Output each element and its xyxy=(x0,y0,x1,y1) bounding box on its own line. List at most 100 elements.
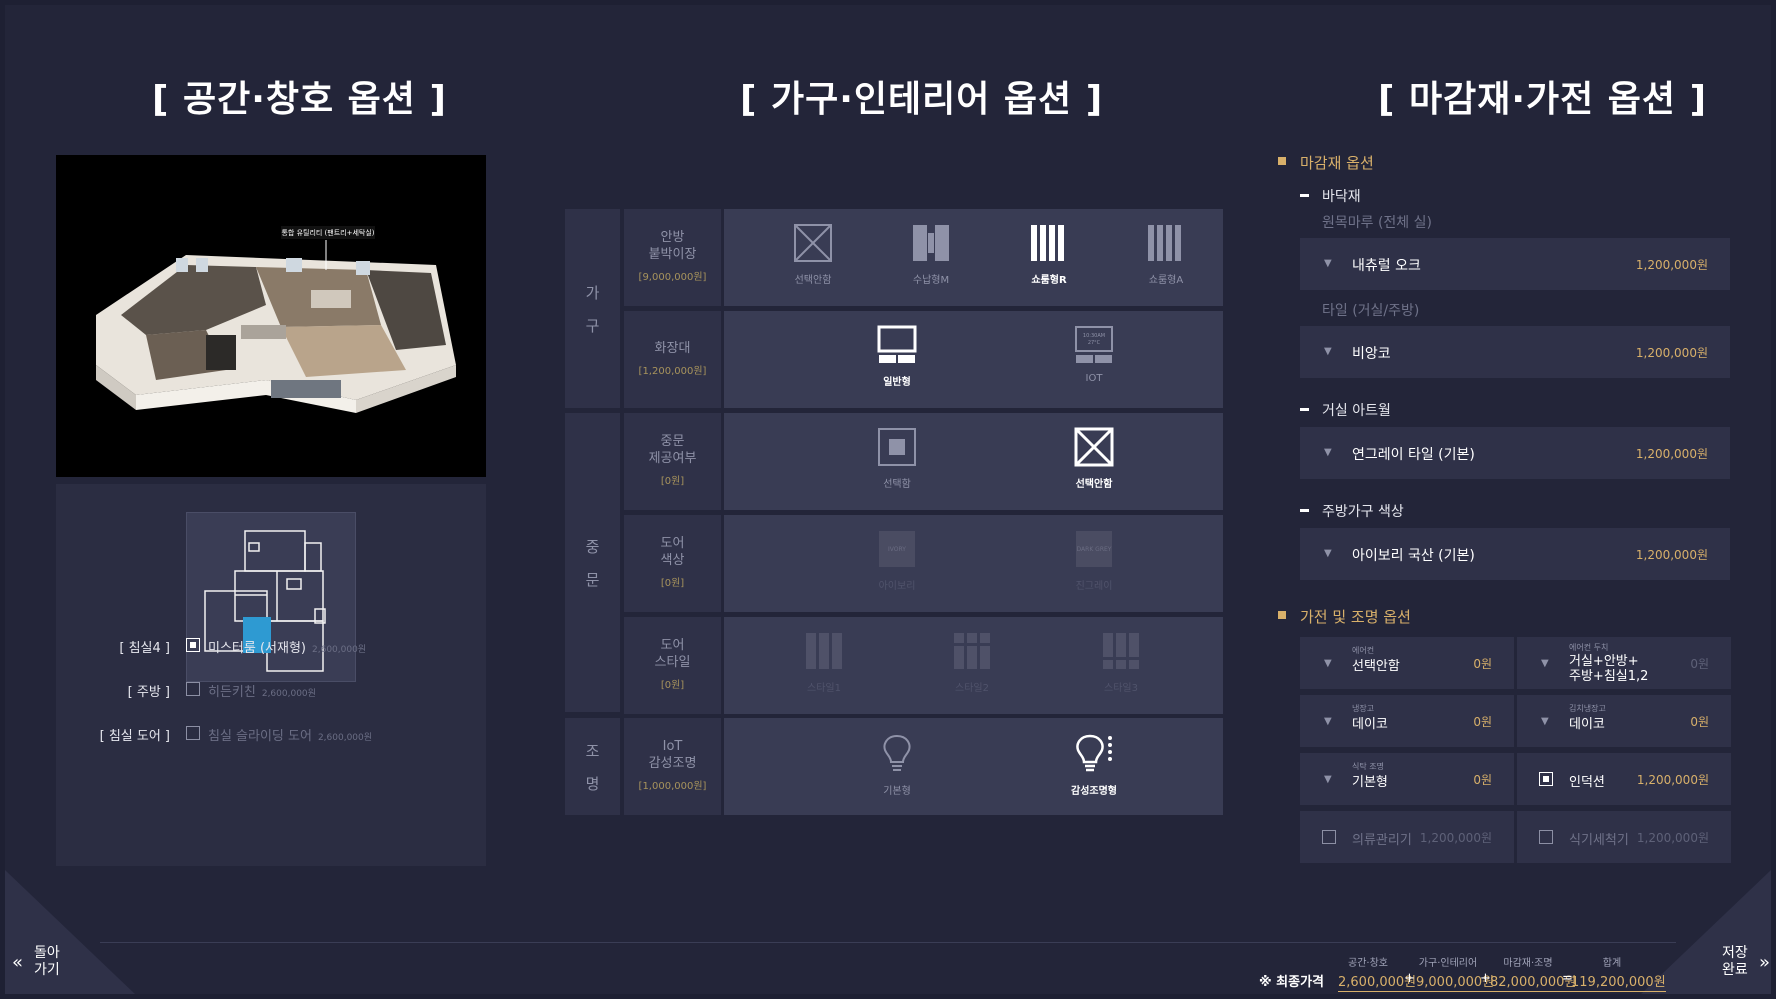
grand-total-value: 119,200,000원 xyxy=(1571,971,1666,992)
final-price-label: ※ 최종가격 xyxy=(1259,975,1325,990)
dishwasher-option[interactable]: 식기세척기 1,200,000원 xyxy=(1517,811,1731,863)
floor-subheading: 바닥재 xyxy=(1300,186,1361,206)
row-door-color-choices: IVORY 아이보리 DARK GREY 진그레이 xyxy=(724,515,1223,612)
induction-checkbox[interactable] xyxy=(1539,772,1553,786)
category-lighting: 조명 xyxy=(565,718,620,815)
total-caption-finish: 마감재·조명 xyxy=(1503,958,1553,969)
choice-door-color-dark-grey[interactable]: DARK GREY 진그레이 xyxy=(1049,529,1139,592)
choice-door-style-3[interactable]: 스타일3 xyxy=(1076,631,1166,694)
vanity-icon xyxy=(877,325,917,363)
clothing-care-checkbox[interactable] xyxy=(1322,830,1336,844)
render-callout-label: 통합 유틸리티 (팬트리+세탁실) xyxy=(281,228,374,237)
choice-door-provided[interactable]: 선택함 xyxy=(852,427,942,490)
furniture-options-title: [ 가구·인테리어 옵션 ] xyxy=(740,79,1104,120)
category-furniture: 가구 xyxy=(565,209,620,408)
induction-option[interactable]: 인덕션 1,200,000원 xyxy=(1517,753,1731,805)
kimchi-fridge-select[interactable]: ▼ 김치냉장고 데이코 0원 xyxy=(1517,695,1731,747)
smart-vanity-icon: 10:30AM27°C xyxy=(1075,326,1113,363)
wardrobe-storage-icon xyxy=(913,225,949,261)
option-row-bedroom4: [ 침실4 ] 미스터룸 (서재형) 2,600,000원 xyxy=(56,635,486,657)
dropdown-arrow-icon: ▼ xyxy=(1324,447,1332,458)
door-style-icon xyxy=(1103,633,1139,669)
floor-wood-note: 원목마루 (전체 실) xyxy=(1322,215,1432,231)
space-option-panel: [ 침실4 ] 미스터룸 (서재형) 2,600,000원 [ 주방 ] 히든키친… xyxy=(56,484,486,866)
3d-floorplan-render[interactable]: 통합 유틸리티 (팬트리+세탁실) xyxy=(56,155,486,477)
row-middle-door-choices: 선택함 선택안함 xyxy=(724,413,1223,510)
svg-text:DARK GREY: DARK GREY xyxy=(1077,546,1112,553)
dropdown-arrow-icon: ▼ xyxy=(1541,716,1549,727)
x-box-icon xyxy=(1074,427,1114,467)
option-name: 히든키친 2,600,000원 xyxy=(208,685,316,700)
floorplan-image xyxy=(204,530,326,672)
choice-door-style-2[interactable]: 스타일2 xyxy=(927,631,1017,694)
floor-wood-select[interactable]: ▼ 내츄럴 오크 1,200,000원 xyxy=(1300,238,1730,290)
aircon-select[interactable]: ▼ 에어컨 선택안함 0원 xyxy=(1300,637,1514,689)
option-label: [ 침실4 ] xyxy=(119,641,170,656)
row-label-door-color: 도어 색상 [0원] xyxy=(624,515,721,612)
choice-lighting-mood[interactable]: 감성조명형 xyxy=(1049,732,1139,797)
plus-operator: + xyxy=(1404,971,1415,986)
row-label-wardrobe: 안방 붙박이장 [9,000,000원] xyxy=(624,209,721,306)
dropdown-arrow-icon: ▼ xyxy=(1324,346,1332,357)
floor-tile-note: 타일 (거실/주방) xyxy=(1322,303,1420,319)
footer-divider xyxy=(100,942,1676,943)
row-label-iot-lighting: IoT 감성조명 [1,000,000원] xyxy=(624,718,721,815)
refrigerator-select[interactable]: ▼ 냉장고 데이코 0원 xyxy=(1300,695,1514,747)
door-frame-icon xyxy=(878,428,916,466)
option-row-bedroom-door: [ 침실 도어 ] 침실 슬라이딩 도어 2,600,000원 xyxy=(56,723,486,745)
aircon-location-select[interactable]: ▼ 에어컨 두치 거실+안방+ 주방+침실1,2 0원 xyxy=(1517,637,1731,689)
dropdown-arrow-icon: ▼ xyxy=(1324,716,1332,727)
total-caption-space: 공간·창호 xyxy=(1348,958,1388,969)
ivory-swatch-icon: IVORY xyxy=(879,531,915,567)
clothing-care-option[interactable]: 의류관리기 1,200,000원 xyxy=(1300,811,1514,863)
row-label-middle-door: 중문 제공여부 [0원] xyxy=(624,413,721,510)
dining-light-select[interactable]: ▼ 식탁 조명 기본형 0원 xyxy=(1300,753,1514,805)
dark-grey-swatch-icon: DARK GREY xyxy=(1076,531,1112,567)
svg-text:27°C: 27°C xyxy=(1088,340,1101,346)
total-caption-furniture: 가구·인테리어 xyxy=(1418,958,1478,969)
row-vanity-choices: 일반형 10:30AM 27°C IOT xyxy=(724,311,1223,408)
bedroom4-checkbox[interactable] xyxy=(186,638,200,652)
dropdown-arrow-icon: ▼ xyxy=(1324,258,1332,269)
artwall-select[interactable]: ▼ 연그레이 타일 (기본) 1,200,000원 xyxy=(1300,427,1730,479)
bedroom-door-checkbox[interactable] xyxy=(186,726,200,740)
option-name: 미스터룸 (서재형) 2,600,000원 xyxy=(208,641,367,656)
appliance-options-heading: 가전 및 조명 옵션 xyxy=(1278,608,1411,626)
floor-tile-select[interactable]: ▼ 비앙코 1,200,000원 xyxy=(1300,326,1730,378)
row-label-door-style: 도어 스타일 [0원] xyxy=(624,617,721,714)
option-label: [ 침실 도어 ] xyxy=(99,729,170,744)
double-chevron-left-icon: « xyxy=(12,952,24,973)
total-caption-sum: 합계 xyxy=(1602,958,1622,969)
corner-decoration xyxy=(5,870,135,994)
choice-door-color-ivory[interactable]: IVORY 아이보리 xyxy=(852,529,942,592)
row-label-vanity: 화장대 [1,200,000원] xyxy=(624,311,721,408)
svg-text:10:30AM: 10:30AM xyxy=(1083,333,1105,339)
choice-wardrobe-storage-m[interactable]: 수납형M xyxy=(886,223,976,286)
dropdown-arrow-icon: ▼ xyxy=(1541,658,1549,669)
option-row-kitchen: [ 주방 ] 히든키친 2,600,000원 xyxy=(56,679,486,701)
apartment-3d-image: 통합 유틸리티 (팬트리+세탁실) xyxy=(96,226,456,413)
choice-wardrobe-showroom-a[interactable]: 쇼룸형A xyxy=(1121,223,1211,286)
choice-vanity-basic[interactable]: 일반형 xyxy=(852,325,942,388)
finish-options-title: [ 마감재·가전 옵션 ] xyxy=(1378,79,1708,120)
kitchen-checkbox[interactable] xyxy=(186,682,200,696)
choice-wardrobe-none[interactable]: 선택안함 xyxy=(768,223,858,286)
wardrobe-showroom-icon xyxy=(1031,225,1064,261)
choice-lighting-basic[interactable]: 기본형 xyxy=(852,732,942,797)
choice-wardrobe-showroom-r[interactable]: 쇼룸형R xyxy=(1004,223,1094,286)
choice-door-style-1[interactable]: 스타일1 xyxy=(779,631,869,694)
row-iot-lighting-choices: 기본형 감성조명형 xyxy=(724,718,1223,815)
artwall-subheading: 거실 아트월 xyxy=(1300,400,1391,420)
option-name: 침실 슬라이딩 도어 2,600,000원 xyxy=(208,729,373,744)
light-bulb-icon xyxy=(883,734,911,771)
row-door-style-choices: 스타일1 스타일2 스타일3 xyxy=(724,617,1223,714)
smart-bulb-icon xyxy=(1076,734,1112,772)
choice-door-none[interactable]: 선택안함 xyxy=(1049,427,1139,490)
dishwasher-checkbox[interactable] xyxy=(1539,830,1553,844)
door-style-icon xyxy=(806,633,842,669)
double-chevron-right-icon: » xyxy=(1759,952,1771,973)
kitchen-color-select[interactable]: ▼ 아이보리 국산 (기본) 1,200,000원 xyxy=(1300,528,1730,580)
choice-vanity-iot[interactable]: 10:30AM 27°C IOT xyxy=(1049,325,1139,384)
finish-options-heading: 마감재 옵션 xyxy=(1278,154,1374,172)
dropdown-arrow-icon: ▼ xyxy=(1324,774,1332,785)
